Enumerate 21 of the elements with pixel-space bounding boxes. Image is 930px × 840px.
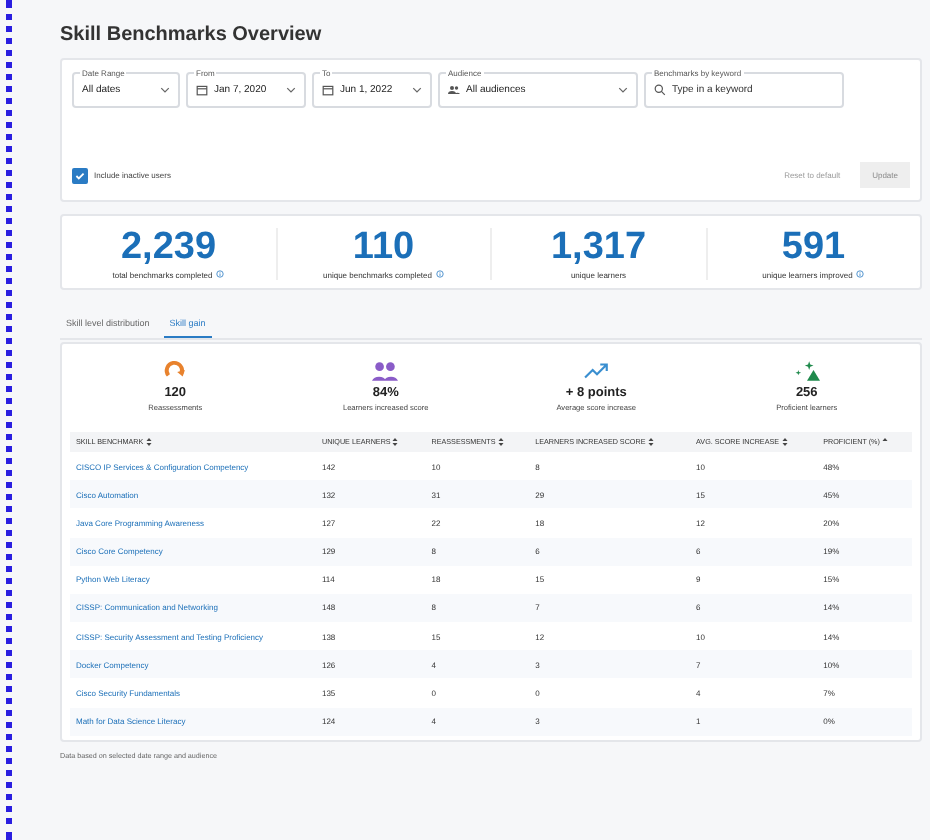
stat-value: 110 (352, 228, 415, 270)
stat-value: 1,317 (550, 228, 647, 270)
people-icon (372, 359, 399, 382)
info-icon[interactable] (856, 270, 865, 279)
calendar-icon (322, 84, 334, 96)
stat-value: 591 (781, 228, 846, 270)
calendar-icon (196, 84, 208, 96)
stat-value: 2,239 (120, 228, 217, 270)
info-icon[interactable] (435, 270, 444, 279)
caret-icon (618, 86, 628, 94)
checkbox[interactable] (72, 167, 88, 183)
trend-up-icon (583, 359, 610, 382)
info-icon[interactable] (216, 270, 225, 279)
search-icon (654, 84, 666, 96)
caret-icon (412, 86, 422, 94)
caret-icon (286, 86, 296, 94)
caret-icon (160, 86, 170, 94)
people-icon (448, 84, 460, 96)
page-title: Skill Benchmarks Overview (60, 24, 324, 46)
sparkle-mountain-icon (793, 359, 820, 382)
refresh-arrow-icon (162, 359, 189, 382)
